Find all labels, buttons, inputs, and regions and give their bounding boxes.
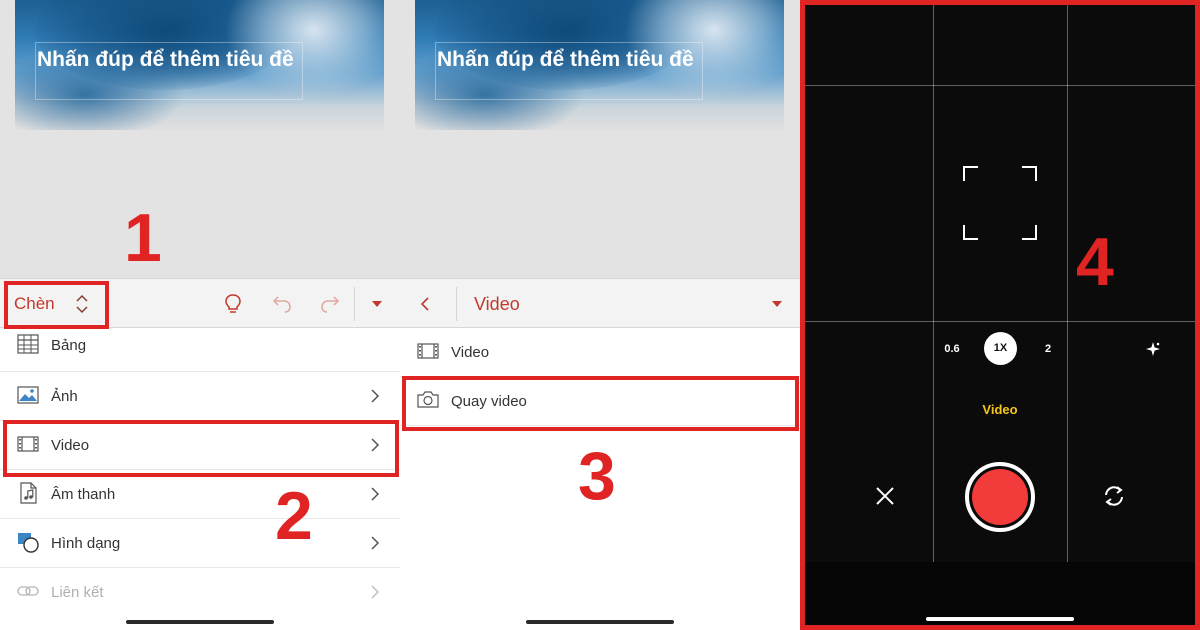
menu-item-shapes[interactable]: Hình dạng (0, 519, 400, 568)
menu-item-label: Liên kết (51, 584, 104, 601)
caret-down-icon (772, 301, 782, 307)
chevron-right-icon (371, 585, 380, 599)
menu-item-image[interactable]: Ảnh (0, 372, 400, 421)
camera-grid-line (805, 85, 1195, 86)
shapes-icon (18, 533, 39, 553)
step-number-4: 4 (1076, 224, 1114, 300)
ribbon-collapse-button[interactable] (762, 279, 792, 329)
menu-item-label: Âm thanh (51, 486, 116, 503)
step-number-2: 2 (275, 478, 313, 554)
undo-button[interactable] (267, 279, 297, 329)
sparkle-effects-icon[interactable] (1145, 341, 1161, 357)
image-icon (17, 386, 39, 404)
step-number-1: 1 (124, 200, 162, 276)
redo-button[interactable] (315, 279, 345, 329)
highlight-box-step-1 (4, 281, 109, 329)
highlight-box-step-3 (402, 376, 799, 431)
focus-frame-icon (963, 166, 1037, 240)
submenu-toolbar: Video (400, 278, 800, 328)
menu-item-label: Hình dạng (51, 535, 121, 552)
insert-menu: Bảng Ảnh Video Âm thanh Hình dạng Liên k… (0, 328, 400, 630)
close-icon[interactable] (875, 486, 895, 506)
menu-item-insert-video[interactable]: Video (400, 328, 800, 377)
middle-phone-panel: Nhấn đúp để thêm tiêu đề Video Video Qua… (400, 0, 800, 630)
menu-item-label: Bảng (51, 337, 87, 354)
lightbulb-button[interactable] (218, 279, 248, 329)
zoom-option-1x-selected[interactable]: 1X (984, 332, 1017, 365)
home-indicator (126, 620, 274, 624)
film-icon (417, 343, 439, 359)
redo-icon (321, 296, 340, 313)
chevron-left-icon (420, 297, 429, 311)
menu-item-label: Video (451, 344, 490, 361)
camera-grid-line (933, 5, 934, 562)
submenu-title: Video (474, 279, 520, 329)
zoom-option-0-6[interactable]: 0.6 (937, 342, 967, 356)
back-button[interactable] (410, 279, 440, 329)
camera-bottom-bar (805, 562, 1195, 625)
audio-file-icon (20, 482, 37, 504)
left-phone-panel: Nhấn đúp để thêm tiêu đề Chèn Bảng Ảnh V… (0, 0, 400, 630)
zoom-option-2[interactable]: 2 (1038, 342, 1058, 356)
camera-mode-label[interactable]: Video (805, 402, 1195, 417)
table-icon (17, 334, 39, 354)
lightbulb-icon (225, 294, 241, 313)
home-indicator (926, 617, 1074, 621)
home-indicator (526, 620, 674, 624)
highlight-box-step-2 (3, 420, 399, 477)
slide-thumbnail-1[interactable]: Nhấn đúp để thêm tiêu đề (15, 0, 384, 130)
slide-title[interactable]: Nhấn đúp để thêm tiêu đề (437, 47, 707, 72)
undo-icon (272, 296, 291, 313)
menu-item-link[interactable]: Liên kết (0, 568, 400, 617)
chevron-right-icon (371, 487, 380, 501)
submenu-title-text: Video (474, 293, 520, 314)
step-number-3: 3 (578, 438, 616, 514)
slide-thumbnail-2[interactable]: Nhấn đúp để thêm tiêu đề (415, 0, 784, 130)
chevron-right-icon (371, 536, 380, 550)
chevron-right-icon (371, 389, 380, 403)
ribbon-collapse-button[interactable] (362, 279, 392, 329)
camera-grid-line (805, 321, 1195, 322)
caret-down-icon (372, 301, 382, 307)
menu-item-label: Ảnh (51, 388, 78, 405)
menu-item-table[interactable]: Bảng (0, 324, 400, 372)
record-dot (972, 469, 1028, 525)
record-button[interactable] (965, 462, 1035, 532)
camera-grid-line (1067, 5, 1068, 562)
camera-panel: 0.6 1X 2 Video 4 (800, 0, 1200, 630)
link-icon (17, 586, 39, 596)
menu-item-audio[interactable]: Âm thanh (0, 470, 400, 519)
switch-camera-icon[interactable] (1102, 484, 1126, 508)
slide-title[interactable]: Nhấn đúp để thêm tiêu đề (37, 47, 307, 72)
